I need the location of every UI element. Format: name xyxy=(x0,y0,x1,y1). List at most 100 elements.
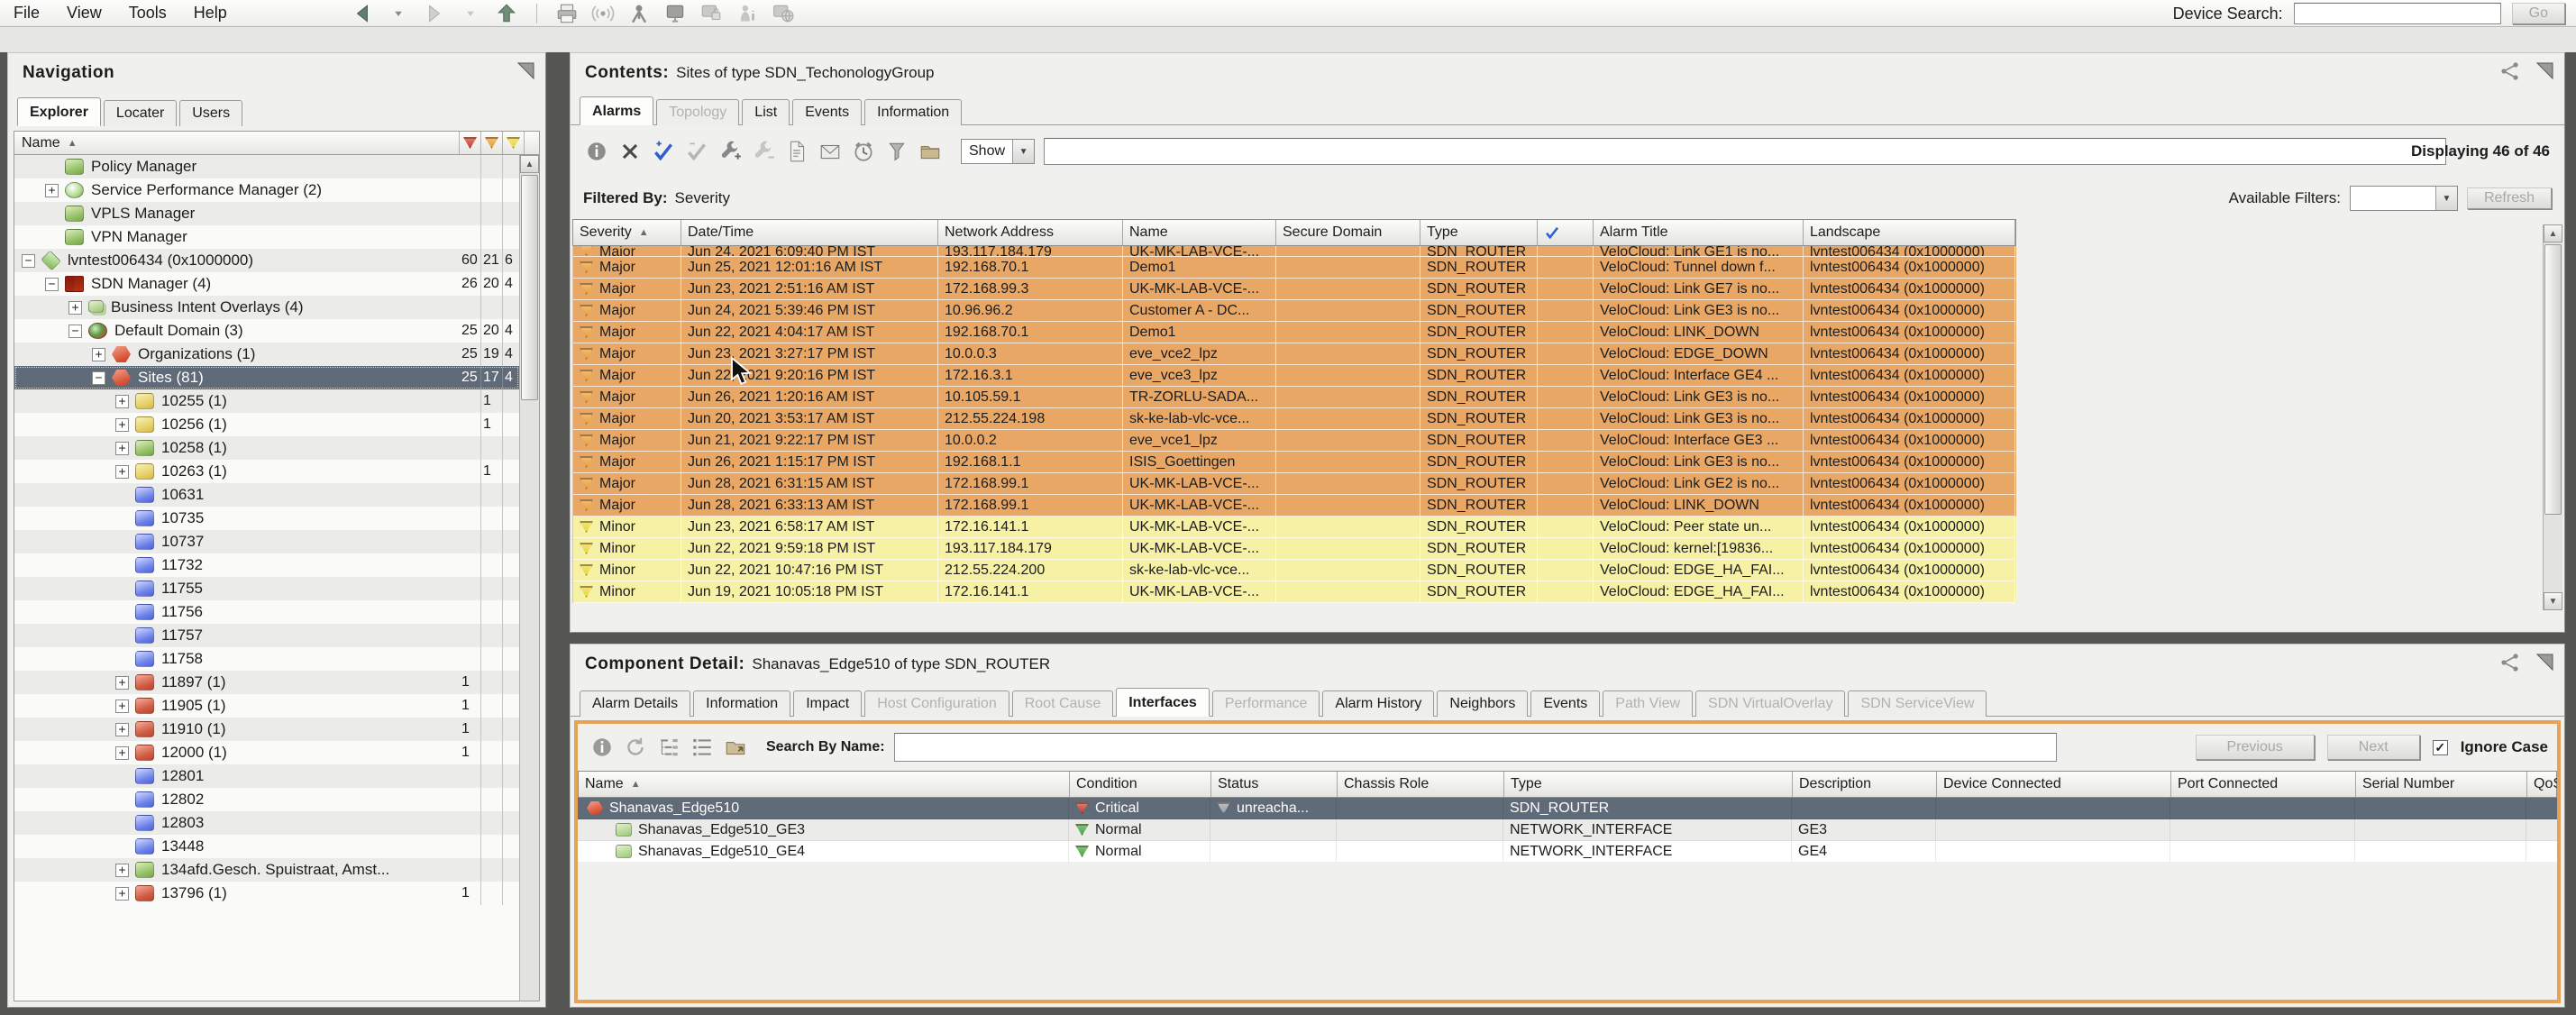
component-detail-tab-sdn-serviceview[interactable]: SDN ServiceView xyxy=(1848,690,1987,717)
ignore-case-checkbox[interactable]: ✓ xyxy=(2433,740,2448,755)
alarm-column-header-landscape[interactable]: Landscape xyxy=(1804,220,2015,245)
search-by-name-input[interactable] xyxy=(894,733,2057,762)
print-icon[interactable] xyxy=(553,2,580,25)
component-detail-tab-path-view[interactable]: Path View xyxy=(1603,690,1693,717)
share-icon[interactable] xyxy=(2499,652,2521,673)
alarm-column-header-date-time[interactable]: Date/Time xyxy=(681,220,938,245)
tree-item-10258-1[interactable]: +10258 (1) xyxy=(14,436,519,460)
broadcast-icon[interactable] xyxy=(589,2,617,25)
alarm-row[interactable]: MajorJun 24, 2021 5:39:46 PM IST10.96.96… xyxy=(573,300,2016,322)
tree-item-11897-1[interactable]: +11897 (1)1 xyxy=(14,671,519,694)
alarm-row[interactable]: MajorJun 22, 2021 9:20:16 PM IST172.16.3… xyxy=(573,365,2016,387)
tree-item-11732[interactable]: 11732 xyxy=(14,553,519,577)
menu-help[interactable]: Help xyxy=(180,4,241,23)
interface-column-header-description[interactable]: Description xyxy=(1793,772,1937,797)
previous-button[interactable]: Previous xyxy=(2196,735,2315,760)
tree-item-organizations-1[interactable]: +Organizations (1)25194 xyxy=(14,343,519,366)
scroll-up-icon[interactable]: ▲ xyxy=(520,155,539,173)
tree-item-business-intent-overlays-4[interactable]: +Business Intent Overlays (4) xyxy=(14,296,519,319)
tree-item-12803[interactable]: 12803 xyxy=(14,811,519,835)
alarm-row[interactable]: MajorJun 22, 2021 4:04:17 AM IST192.168.… xyxy=(573,322,2016,343)
tree-item-13448[interactable]: 13448 xyxy=(14,835,519,858)
refresh-button[interactable]: Refresh xyxy=(2467,187,2552,209)
interface-column-header-condition[interactable]: Condition xyxy=(1070,772,1211,797)
tree-item-12802[interactable]: 12802 xyxy=(14,788,519,811)
tree-scrollbar-thumb[interactable] xyxy=(521,175,538,400)
list-view-icon[interactable] xyxy=(687,732,717,763)
collapse-icon[interactable]: − xyxy=(92,371,105,385)
component-detail-tab-alarm-history[interactable]: Alarm History xyxy=(1322,690,1434,717)
alarm-row[interactable]: MajorJun 28, 2021 6:31:15 AM IST172.168.… xyxy=(573,473,2016,495)
tree-item-11756[interactable]: 11756 xyxy=(14,600,519,624)
tree-item-10256-1[interactable]: +10256 (1)1 xyxy=(14,413,519,436)
tree-item-sites-81[interactable]: −Sites (81)25174 xyxy=(14,366,519,389)
expand-icon[interactable]: + xyxy=(115,465,129,479)
clear-alarm-icon[interactable] xyxy=(615,136,645,167)
alarm-row[interactable]: MajorJun 23, 2021 3:27:17 PM IST10.0.0.3… xyxy=(573,343,2016,365)
alarm-row[interactable]: MajorJun 23, 2021 2:51:16 AM IST172.168.… xyxy=(573,279,2016,300)
unacknowledge-alarm-icon[interactable] xyxy=(681,136,712,167)
expand-icon[interactable]: + xyxy=(115,700,129,713)
next-button[interactable]: Next xyxy=(2327,735,2420,760)
alarm-row[interactable]: MajorJun 26, 2021 1:15:17 PM IST192.168.… xyxy=(573,452,2016,473)
contents-tab-events[interactable]: Events xyxy=(792,99,862,125)
tree-item-service-performance-manager-2[interactable]: +Service Performance Manager (2) xyxy=(14,178,519,202)
tree-item-12801[interactable]: 12801 xyxy=(14,764,519,788)
component-detail-tab-root-cause[interactable]: Root Cause xyxy=(1012,690,1114,717)
component-detail-tab-information[interactable]: Information xyxy=(693,690,790,717)
device-search-go-button[interactable]: Go xyxy=(2512,3,2565,24)
chevron-down-icon[interactable]: ▼ xyxy=(2435,187,2457,210)
menu-view[interactable]: View xyxy=(53,4,115,23)
tree-item-11905-1[interactable]: +11905 (1)1 xyxy=(14,694,519,718)
chevron-down-icon[interactable]: ▼ xyxy=(1012,140,1034,163)
web-console-icon[interactable] xyxy=(770,2,797,25)
alarm-column-header-severity[interactable]: Severity▲ xyxy=(573,220,681,245)
export-icon[interactable] xyxy=(720,732,751,763)
collapse-icon[interactable]: − xyxy=(69,325,82,338)
alarm-row[interactable]: MajorJun 26, 2021 1:20:16 AM IST10.105.5… xyxy=(573,387,2016,408)
alarm-row[interactable]: MajorJun 25, 2021 12:01:16 AM IST192.168… xyxy=(573,257,2016,279)
contents-tab-information[interactable]: Information xyxy=(864,99,962,125)
tree-name-column-header[interactable]: Name ▲ xyxy=(14,132,460,154)
component-detail-tab-neighbors[interactable]: Neighbors xyxy=(1437,690,1528,717)
interface-row[interactable]: Shanavas_Edge510Criticalunreacha...SDN_R… xyxy=(578,798,2557,819)
component-detail-tab-performance[interactable]: Performance xyxy=(1212,690,1320,717)
alarm-row[interactable]: MajorJun 28, 2021 6:33:13 AM IST172.168.… xyxy=(573,495,2016,517)
alarm-info-icon[interactable] xyxy=(581,136,612,167)
alarm-filter-input[interactable] xyxy=(1044,138,2446,165)
expand-icon[interactable]: + xyxy=(115,723,129,736)
expand-icon[interactable]: + xyxy=(115,864,129,877)
navigation-tab-users[interactable]: Users xyxy=(179,100,242,126)
tree-item-vpls-manager[interactable]: VPLS Manager xyxy=(14,202,519,225)
add-troubleshooter-icon[interactable] xyxy=(715,136,745,167)
alarm-column-header-acknowledged[interactable] xyxy=(1538,220,1594,245)
scroll-up-icon[interactable]: ▲ xyxy=(2544,224,2562,242)
alarm-row[interactable]: MinorJun 22, 2021 10:47:16 PM IST212.55.… xyxy=(573,560,2016,581)
acknowledge-alarm-icon[interactable] xyxy=(648,136,679,167)
alarm-scrollbar[interactable]: ▲ ▼ xyxy=(2543,224,2562,610)
expand-icon[interactable]: + xyxy=(92,348,105,361)
alarm-column-header-alarm-title[interactable]: Alarm Title xyxy=(1594,220,1804,245)
tree-item-vpn-manager[interactable]: VPN Manager xyxy=(14,225,519,249)
expand-icon[interactable]: + xyxy=(115,395,129,408)
tree-item-12000-1[interactable]: +12000 (1)1 xyxy=(14,741,519,764)
snooze-alarm-icon[interactable] xyxy=(848,136,879,167)
pin-icon[interactable] xyxy=(2534,60,2555,82)
interface-column-header-qos-po[interactable]: QoS Po xyxy=(2527,772,2561,797)
critical-flag-column-header[interactable] xyxy=(460,132,481,154)
expand-icon[interactable]: + xyxy=(115,746,129,760)
back-history-dropdown-icon[interactable] xyxy=(385,2,412,25)
tree-item-10737[interactable]: 10737 xyxy=(14,530,519,553)
navigation-tab-locater[interactable]: Locater xyxy=(104,100,177,126)
interface-column-header-serial-number[interactable]: Serial Number xyxy=(2356,772,2527,797)
share-icon[interactable] xyxy=(2499,60,2521,82)
up-level-icon[interactable] xyxy=(493,2,520,25)
tree-item-10255-1[interactable]: +10255 (1)1 xyxy=(14,389,519,413)
tree-item-policy-manager[interactable]: Policy Manager xyxy=(14,155,519,178)
tree-item-lvntest006434-0x1000000[interactable]: −lvntest006434 (0x1000000)60216 xyxy=(14,249,519,272)
component-detail-tab-events[interactable]: Events xyxy=(1530,690,1600,717)
interface-column-header-chassis-role[interactable]: Chassis Role xyxy=(1338,772,1504,797)
report-icon[interactable] xyxy=(781,136,812,167)
interface-row[interactable]: Shanavas_Edge510_GE3NormalNETWORK_INTERF… xyxy=(578,819,2557,841)
device-search-input[interactable] xyxy=(2294,3,2501,24)
